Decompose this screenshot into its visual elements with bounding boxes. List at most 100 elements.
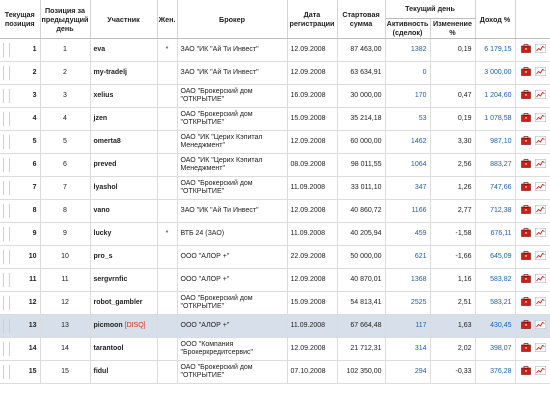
portfolio-icon[interactable] — [520, 204, 531, 218]
participant-link[interactable]: lyashol — [94, 184, 118, 191]
participant-link[interactable]: preved — [94, 161, 117, 168]
prev-position-value: 11 — [40, 268, 91, 292]
header-activity[interactable]: Активность (сделок) — [385, 18, 431, 40]
prev-position-value: 9 — [40, 222, 91, 246]
header-participant[interactable]: Участник — [90, 0, 158, 39]
portfolio-icon[interactable] — [520, 66, 531, 80]
participant-link[interactable]: lucky — [94, 230, 112, 237]
activity-value: 621 — [385, 245, 431, 269]
table-row: 13 13 picmoon [DISQ] ООО "АЛОР +" 11.09.2008… — [0, 314, 550, 338]
participant-link[interactable]: robot_gambler — [94, 299, 143, 306]
position-cell: 12 — [0, 291, 41, 315]
participant-link[interactable]: eva — [94, 46, 106, 53]
header-broker[interactable]: Брокер — [177, 0, 288, 39]
chart-icon[interactable] — [534, 135, 546, 149]
position-marker — [3, 365, 10, 379]
chart-icon[interactable] — [534, 273, 546, 287]
female-mark — [157, 245, 178, 269]
participant-link[interactable]: fidul — [94, 368, 109, 375]
broker-value: ЗАО "ИК "Ай Ти Инвест" — [177, 38, 288, 62]
portfolio-icon[interactable] — [520, 112, 531, 126]
chart-icon[interactable] — [534, 204, 546, 218]
chart-icon[interactable] — [534, 112, 546, 126]
position-value: 5 — [32, 137, 37, 145]
header-change[interactable]: Изменение % — [430, 18, 476, 40]
participant-link[interactable]: sergvrnfic — [94, 276, 128, 283]
portfolio-icon[interactable] — [520, 89, 531, 103]
portfolio-icon[interactable] — [520, 135, 531, 149]
position-value: 10 — [28, 252, 37, 260]
position-marker — [3, 296, 10, 310]
activity-value: 459 — [385, 222, 431, 246]
chart-icon[interactable] — [534, 342, 546, 356]
participant-cell: tarantool — [90, 337, 158, 361]
actions-cell — [515, 107, 550, 131]
header-position[interactable]: Текущая позиция — [0, 0, 41, 39]
table-row: 5 5 omerta8 ОАО "ИК "Церих Кэпитал Менеджме… — [0, 130, 550, 154]
chart-icon[interactable] — [534, 296, 546, 310]
position-value: 6 — [32, 160, 37, 168]
position-cell: 8 — [0, 199, 41, 223]
chart-icon[interactable] — [534, 365, 546, 379]
portfolio-icon[interactable] — [520, 250, 531, 264]
female-mark — [157, 268, 178, 292]
participant-cell: picmoon [DISQ] — [90, 314, 158, 338]
position-value: 12 — [28, 298, 37, 306]
header-reg-date[interactable]: Дата регистрации — [287, 0, 338, 39]
participant-link[interactable]: picmoon — [94, 322, 123, 329]
position-marker — [3, 43, 10, 57]
participant-link[interactable]: omerta8 — [94, 138, 121, 145]
participant-link[interactable]: my-tradelj — [94, 69, 127, 76]
portfolio-icon[interactable] — [520, 158, 531, 172]
chart-icon[interactable] — [534, 43, 546, 57]
participant-cell: my-tradelj — [90, 61, 158, 85]
female-mark — [157, 337, 178, 361]
income-value: 645,09 — [475, 245, 516, 269]
rating-table: Текущая позиция Позиция за предыдущий де… — [0, 0, 550, 384]
start-sum-value: 40 870,01 — [337, 268, 386, 292]
header-prev-position[interactable]: Позиция за предыдущий день — [40, 0, 91, 39]
table-row: 7 7 lyashol ОАО "Брокерский дом "ОТКРЫТИЕ" 1… — [0, 176, 550, 200]
position-value: 1 — [32, 45, 37, 53]
header-income[interactable]: Доход % — [475, 0, 516, 39]
portfolio-icon[interactable] — [520, 181, 531, 195]
change-value: 0,19 — [430, 38, 476, 62]
income-value: 676,11 — [475, 222, 516, 246]
female-mark — [157, 130, 178, 154]
chart-icon[interactable] — [534, 181, 546, 195]
portfolio-icon[interactable] — [520, 227, 531, 241]
reg-date-value: 12.09.2008 — [287, 199, 338, 223]
female-mark — [157, 314, 178, 338]
portfolio-icon[interactable] — [520, 342, 531, 356]
portfolio-icon[interactable] — [520, 273, 531, 287]
participant-link[interactable]: vano — [94, 207, 110, 214]
portfolio-icon[interactable] — [520, 365, 531, 379]
activity-value: 314 — [385, 337, 431, 361]
prev-position-value: 12 — [40, 291, 91, 315]
broker-value: ЗАО "ИК "Ай Ти Инвест" — [177, 61, 288, 85]
position-cell: 9 — [0, 222, 41, 246]
position-marker — [3, 250, 10, 264]
start-sum-value: 30 000,00 — [337, 84, 386, 108]
position-cell: 7 — [0, 176, 41, 200]
position-value: 4 — [32, 114, 37, 122]
chart-icon[interactable] — [534, 158, 546, 172]
participant-link[interactable]: xelius — [94, 92, 114, 99]
change-value: 1,26 — [430, 176, 476, 200]
chart-icon[interactable] — [534, 319, 546, 333]
chart-icon[interactable] — [534, 227, 546, 241]
participant-link[interactable]: pro_s — [94, 253, 113, 260]
chart-icon[interactable] — [534, 89, 546, 103]
start-sum-value: 40 205,94 — [337, 222, 386, 246]
broker-value: ООО "АЛОР +" — [177, 245, 288, 269]
portfolio-icon[interactable] — [520, 319, 531, 333]
portfolio-icon[interactable] — [520, 43, 531, 57]
chart-icon[interactable] — [534, 66, 546, 80]
chart-icon[interactable] — [534, 250, 546, 264]
portfolio-icon[interactable] — [520, 296, 531, 310]
header-start-sum[interactable]: Стартовая сумма — [337, 0, 386, 39]
position-cell: 4 — [0, 107, 41, 131]
participant-link[interactable]: tarantool — [94, 345, 124, 352]
participant-link[interactable]: jzen — [94, 115, 108, 122]
header-female[interactable]: Жен. — [157, 0, 178, 39]
